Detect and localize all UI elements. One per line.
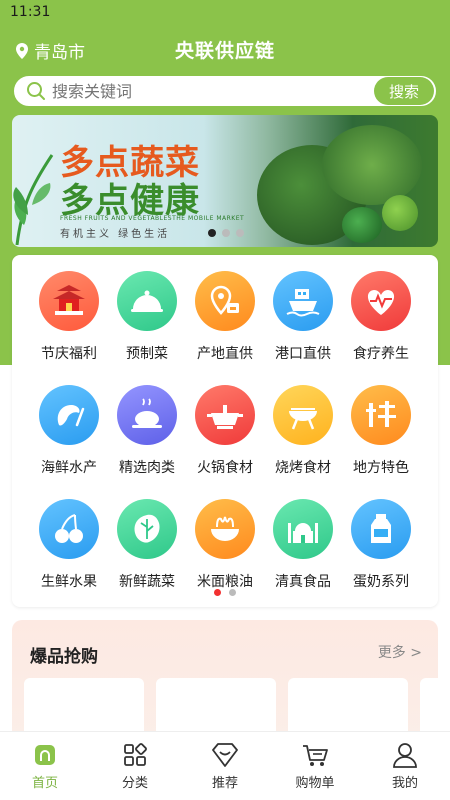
tab-label: 购物单	[295, 776, 335, 791]
category-item-prepared[interactable]: 预制菜	[108, 271, 186, 363]
tab-label: 我的	[391, 776, 418, 791]
page-dot	[214, 589, 221, 596]
search-icon	[27, 82, 45, 100]
grill-icon	[273, 385, 333, 445]
category-item-port[interactable]: 港口直供	[264, 271, 342, 363]
bottom-tab-bar: 首页 分类 推荐 购物单 我的	[0, 731, 450, 800]
category-label: 港口直供	[275, 346, 331, 362]
tab-category[interactable]: 分类	[90, 732, 180, 800]
category-label: 烧烤食材	[275, 460, 331, 476]
roast-chicken-icon	[117, 385, 177, 445]
category-item-origin[interactable]: 产地直供	[186, 271, 264, 363]
milk-bottle-icon	[351, 499, 411, 559]
category-label: 米面粮油	[197, 574, 253, 590]
leaves-decoration-icon	[13, 154, 54, 245]
category-label: 预制菜	[126, 346, 168, 362]
promo-banner[interactable]: 多点蔬菜 多点健康 FRESH FRUITS AND VEGETABLESTHE…	[12, 115, 438, 247]
banner-dot	[236, 229, 244, 237]
category-label: 节庆福利	[41, 346, 97, 362]
category-item-dairy[interactable]: 蛋奶系列	[342, 499, 420, 591]
category-card: 节庆福利 预制菜 产地直供 港口直供 食疗养生 海鲜水产 精选肉类 火锅食材 烧…	[12, 255, 438, 607]
category-label: 食疗养生	[353, 346, 409, 362]
hot-sale-more-link[interactable]: 更多 >	[378, 642, 422, 662]
header: 青岛市 央联供应链	[0, 30, 450, 70]
category-item-health[interactable]: 食疗养生	[342, 271, 420, 363]
pagoda-icon	[39, 271, 99, 331]
cherry-icon	[39, 499, 99, 559]
user-icon	[393, 743, 417, 768]
banner-dot	[208, 229, 216, 237]
hot-sale-title: 爆品抢购	[30, 647, 98, 667]
shrimp-icon	[39, 385, 99, 445]
category-item-halal[interactable]: 清真食品	[264, 499, 342, 591]
category-item-fruit[interactable]: 生鲜水果	[30, 499, 108, 591]
category-item-seafood[interactable]: 海鲜水产	[30, 385, 108, 477]
tab-label: 首页	[31, 776, 58, 791]
tab-home[interactable]: 首页	[0, 732, 90, 800]
category-pagination	[12, 589, 438, 596]
banner-pagination	[208, 229, 244, 237]
status-time: 11:31	[10, 4, 51, 20]
tab-label: 分类	[121, 776, 148, 791]
category-label: 精选肉类	[119, 460, 175, 476]
cabbage-icon	[117, 499, 177, 559]
category-item-local[interactable]: 地方特色	[342, 385, 420, 477]
category-label: 地方特色	[353, 460, 409, 476]
search-button[interactable]: 搜索	[374, 77, 434, 105]
lime-image	[382, 195, 418, 231]
heart-pulse-icon	[351, 271, 411, 331]
cabbage-image	[322, 125, 422, 205]
category-item-hotpot[interactable]: 火锅食材	[186, 385, 264, 477]
ship-icon	[273, 271, 333, 331]
category-item-meat[interactable]: 精选肉类	[108, 385, 186, 477]
tab-recommend[interactable]: 推荐	[180, 732, 270, 800]
home-icon	[35, 745, 55, 765]
category-label: 产地直供	[197, 346, 253, 362]
banner-subtitle: FRESH FRUITS AND VEGETABLESTHE MOBILE MA…	[60, 215, 245, 222]
category-item-bbq[interactable]: 烧烤食材	[264, 385, 342, 477]
category-grid: 节庆福利 预制菜 产地直供 港口直供 食疗养生 海鲜水产 精选肉类 火锅食材 烧…	[12, 271, 438, 591]
category-label: 清真食品	[275, 574, 331, 590]
category-label: 蛋奶系列	[353, 574, 409, 590]
tab-label: 推荐	[211, 776, 238, 791]
category-item-festival[interactable]: 节庆福利	[30, 271, 108, 363]
category-icon	[124, 743, 147, 766]
page-title: 央联供应链	[174, 40, 275, 62]
category-label: 生鲜水果	[41, 574, 97, 590]
banner-dot	[222, 229, 230, 237]
noodle-bowl-icon	[195, 499, 255, 559]
status-bar: 11:31	[0, 0, 450, 26]
cart-icon	[303, 745, 328, 766]
pepper-image	[342, 207, 382, 243]
page-dot	[229, 589, 236, 596]
hot-sale-section: 爆品抢购 更多 >	[12, 620, 438, 740]
category-label: 火锅食材	[197, 460, 253, 476]
recommend-icon	[212, 743, 238, 767]
category-item-grain[interactable]: 米面粮油	[186, 499, 264, 591]
cloche-icon	[117, 271, 177, 331]
category-item-vegetable[interactable]: 新鲜蔬菜	[108, 499, 186, 591]
banner-tags: 有机主义 绿色生活	[60, 229, 171, 240]
category-label: 海鲜水产	[41, 460, 97, 476]
tab-profile[interactable]: 我的	[360, 732, 450, 800]
mosque-icon	[273, 499, 333, 559]
hotpot-icon	[195, 385, 255, 445]
search-input[interactable]	[52, 81, 374, 101]
category-label: 新鲜蔬菜	[119, 574, 175, 590]
special-char-icon	[351, 385, 411, 445]
search-bar: 搜索	[12, 74, 438, 108]
tab-cart[interactable]: 购物单	[270, 732, 360, 800]
location-shop-icon	[195, 271, 255, 331]
